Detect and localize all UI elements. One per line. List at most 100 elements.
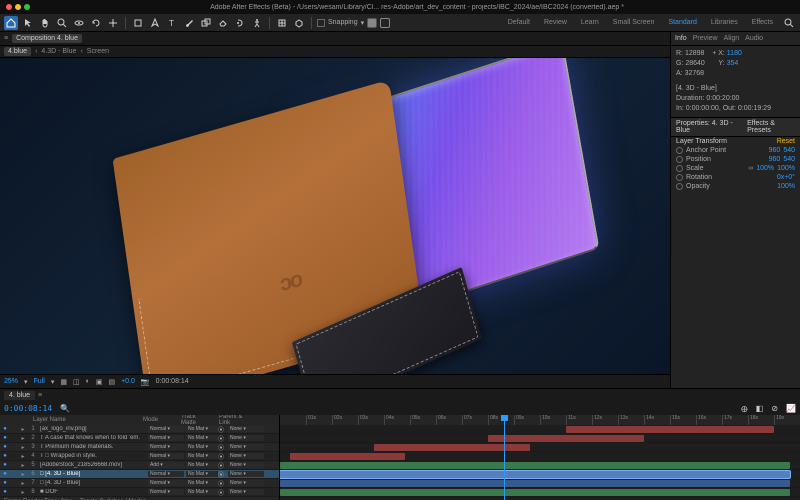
exposure-value[interactable]: +0.0 xyxy=(121,378,135,385)
snapping-toggle[interactable]: Snapping ▾ xyxy=(317,19,364,27)
layer-row[interactable]: ●▸5[AdobeStock_218526668.mov]Add ▾No Mat… xyxy=(0,461,279,470)
extrude-tool[interactable] xyxy=(292,16,306,30)
reset-button[interactable]: Reset xyxy=(777,138,795,145)
blend-mode-dropdown[interactable]: Normal ▾ xyxy=(148,453,184,459)
layer-bar[interactable] xyxy=(280,480,790,487)
property-value[interactable]: 100% xyxy=(777,165,795,172)
home-button[interactable] xyxy=(4,16,18,30)
comp-tab-active[interactable]: Composition 4. blue xyxy=(12,34,82,43)
layer-track[interactable] xyxy=(280,461,800,470)
search-icon[interactable]: 🔍 xyxy=(60,404,70,413)
crumb-root[interactable]: 4.blue xyxy=(4,47,31,56)
workspace-tab[interactable]: Review xyxy=(538,17,573,28)
panel-tab[interactable]: Audio xyxy=(745,35,763,42)
zoom-tool[interactable] xyxy=(55,16,69,30)
parent-dropdown[interactable]: None ▾ xyxy=(228,489,264,495)
panel-tab[interactable]: Align xyxy=(724,35,740,42)
maximize-icon[interactable] xyxy=(24,4,30,10)
hand-tool[interactable] xyxy=(38,16,52,30)
track-matte-dropdown[interactable]: No Mat ▾ xyxy=(186,462,218,468)
blend-mode-dropdown[interactable]: Add ▾ xyxy=(148,462,184,468)
layer-row[interactable]: ●▸8■ DOFNormal ▾No Mat ▾⦿None ▾ xyxy=(0,488,279,497)
timeline-tab[interactable]: 4. blue xyxy=(4,391,35,400)
property-value[interactable]: 960 xyxy=(769,147,781,154)
minimize-icon[interactable] xyxy=(15,4,21,10)
roto-tool[interactable] xyxy=(233,16,247,30)
crumb-1[interactable]: 4.3D - Blue xyxy=(41,48,76,55)
stopwatch-icon[interactable] xyxy=(676,183,683,190)
workspace-tab[interactable]: Small Screen xyxy=(607,17,661,28)
panel-tab[interactable]: Info xyxy=(675,35,687,42)
parent-dropdown[interactable]: None ▾ xyxy=(228,462,264,468)
layer-track[interactable] xyxy=(280,443,800,452)
layer-bar[interactable] xyxy=(280,471,790,478)
layer-bar[interactable] xyxy=(566,426,774,433)
workspace-tab[interactable]: Learn xyxy=(575,17,605,28)
channel-icon[interactable]: ◐ xyxy=(86,378,90,385)
layer-row[interactable]: ●▸1[ax_logo_inv.png]Normal ▾No Mat ▾⦿Non… xyxy=(0,425,279,434)
parent-dropdown[interactable]: None ▾ xyxy=(228,435,264,441)
track-matte-dropdown[interactable]: No Mat ▾ xyxy=(186,426,218,432)
workspace-tab[interactable]: Libraries xyxy=(705,17,744,28)
search-icon[interactable] xyxy=(782,16,796,30)
graph-editor-toggle[interactable]: 📈 xyxy=(786,404,796,413)
layer-row[interactable]: ●▸2T A case that knows when to fold 'em.… xyxy=(0,434,279,443)
layer-track[interactable] xyxy=(280,452,800,461)
rectangle-tool[interactable] xyxy=(131,16,145,30)
anchor-tool[interactable] xyxy=(106,16,120,30)
layer-track[interactable] xyxy=(280,479,800,488)
blend-mode-dropdown[interactable]: Normal ▾ xyxy=(148,435,184,441)
workspace-tab[interactable]: Effects xyxy=(746,17,779,28)
layer-row[interactable]: ●▸7□ [4. 3D - Blue]Normal ▾No Mat ▾⦿None… xyxy=(0,479,279,488)
region-icon[interactable]: ▣ xyxy=(96,378,103,386)
shy-toggle[interactable]: 🜨 xyxy=(741,400,748,417)
visibility-icon[interactable]: ● xyxy=(0,471,10,477)
track-matte-dropdown[interactable]: No Mat ▾ xyxy=(186,471,218,477)
grid-icon[interactable]: ▦ xyxy=(60,378,67,386)
puppet-tool[interactable] xyxy=(250,16,264,30)
parent-dropdown[interactable]: None ▾ xyxy=(228,426,264,432)
crumb-2[interactable]: Screen xyxy=(87,48,109,55)
zoom-dropdown[interactable]: 25% xyxy=(4,378,18,385)
transparency-icon[interactable]: ▤ xyxy=(108,378,115,386)
panel-tab[interactable]: Preview xyxy=(693,35,718,42)
current-timecode[interactable]: 0:00:08:14 xyxy=(4,404,52,413)
visibility-icon[interactable]: ● xyxy=(0,489,10,495)
layer-track[interactable] xyxy=(280,434,800,443)
panel-menu-icon[interactable]: ≡ xyxy=(4,35,8,42)
visibility-icon[interactable]: ● xyxy=(0,435,10,441)
motion-blur-toggle[interactable]: ⊘ xyxy=(771,404,778,413)
property-value[interactable]: 540 xyxy=(783,156,795,163)
layer-bar[interactable] xyxy=(280,489,790,496)
mask-icon[interactable]: ◫ xyxy=(73,378,80,386)
parent-dropdown[interactable]: None ▾ xyxy=(228,471,264,477)
layer-track[interactable] xyxy=(280,488,800,497)
track-matte-dropdown[interactable]: No Mat ▾ xyxy=(186,435,218,441)
layer-row[interactable]: ●▸4T □ Wrapped in style.Normal ▾No Mat ▾… xyxy=(0,452,279,461)
eraser-tool[interactable] xyxy=(216,16,230,30)
blend-mode-dropdown[interactable]: Normal ▾ xyxy=(148,471,184,477)
time-ruler[interactable]: 01s02s03s04s05s06s07s08s09s10s11s12s13s1… xyxy=(280,415,800,425)
layer-track[interactable] xyxy=(280,425,800,434)
selection-tool[interactable] xyxy=(21,16,35,30)
layer-bar[interactable] xyxy=(290,453,404,460)
visibility-icon[interactable]: ● xyxy=(0,444,10,450)
stopwatch-icon[interactable] xyxy=(676,174,683,181)
parent-dropdown[interactable]: None ▾ xyxy=(228,480,264,486)
workspace-tab[interactable]: Standard xyxy=(662,17,702,28)
visibility-icon[interactable]: ● xyxy=(0,462,10,468)
blend-mode-dropdown[interactable]: Normal ▾ xyxy=(148,489,184,495)
snapshot-icon[interactable]: 📷 xyxy=(141,378,150,386)
layer-row[interactable]: ●▸6□ [4. 3D - Blue]Normal ▾No Mat ▾⦿None… xyxy=(0,470,279,479)
blend-mode-dropdown[interactable]: Normal ▾ xyxy=(148,480,184,486)
parent-dropdown[interactable]: None ▾ xyxy=(228,444,264,450)
property-value[interactable]: 0x+0° xyxy=(777,174,795,181)
stopwatch-icon[interactable] xyxy=(676,165,683,172)
layer-bar[interactable] xyxy=(488,435,644,442)
layer-bar[interactable] xyxy=(280,462,790,469)
property-value[interactable]: 960 xyxy=(769,156,781,163)
track-matte-dropdown[interactable]: No Mat ▾ xyxy=(186,489,218,495)
property-value[interactable]: 100% xyxy=(777,183,795,190)
blend-mode-dropdown[interactable]: Normal ▾ xyxy=(148,426,184,432)
composition-viewer[interactable]: ɔo xyxy=(0,58,670,374)
